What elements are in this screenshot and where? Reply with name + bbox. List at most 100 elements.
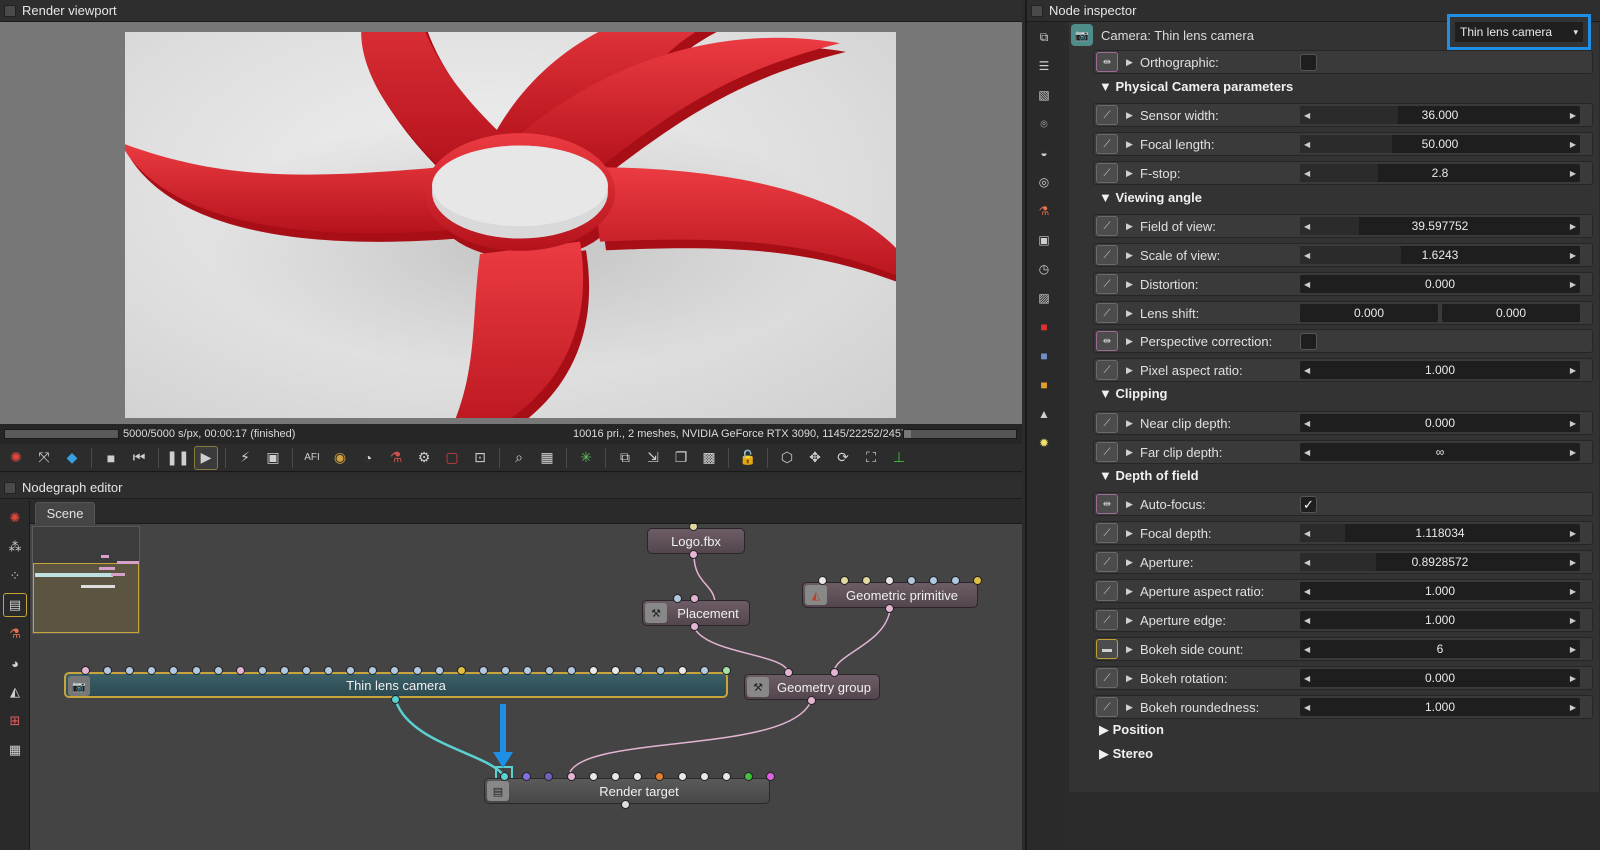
node-pin[interactable] (689, 550, 698, 559)
param-animate-icon[interactable]: ⟋ (1096, 216, 1118, 236)
param-animate-icon[interactable]: ⟋ (1096, 134, 1118, 154)
afi-icon[interactable]: AFI (300, 446, 324, 470)
node-pin[interactable] (566, 772, 576, 781)
param-slider[interactable]: ◀ 36.000 ▶ (1300, 106, 1580, 124)
cube-color-icon[interactable]: ◆ (60, 446, 84, 470)
section-position[interactable]: ▶ Position (1099, 722, 1164, 738)
expand-arrow-icon[interactable]: ▶ (1126, 499, 1140, 510)
param-slider[interactable]: ◀ 1.000 ▶ (1300, 582, 1580, 600)
lens-shift-y-field[interactable]: 0.000 (1442, 304, 1580, 322)
expand-arrow-icon[interactable]: ▶ (1126, 586, 1140, 597)
param-slider[interactable]: ◀ 0.000 ▶ (1300, 414, 1580, 432)
param-animate-icon[interactable]: ⟋ (1096, 697, 1118, 717)
copy-node-icon[interactable]: ⧉ (1033, 26, 1055, 48)
gold-cube-icon[interactable]: ■ (1033, 374, 1055, 396)
expand-arrow-icon[interactable]: ▶ (1126, 279, 1140, 290)
node-pin[interactable] (673, 594, 682, 603)
expand-arrow-icon[interactable]: ▶ (1126, 702, 1140, 713)
zoom-icon[interactable]: ⌕ (507, 446, 531, 470)
expand-arrow-icon[interactable]: ▶ (1126, 168, 1140, 179)
node-pin[interactable] (884, 576, 894, 585)
param-animate-icon[interactable]: ⟋ (1096, 413, 1118, 433)
node-pin[interactable] (302, 666, 311, 675)
expand-arrow-icon[interactable]: ▶ (1126, 673, 1140, 684)
param-animate-icon[interactable]: ⇹ (1096, 331, 1118, 351)
graph-tools-icon[interactable]: ⊞ (3, 709, 27, 733)
param-slider[interactable]: ◀ 1.000 ▶ (1300, 361, 1580, 379)
param-slider[interactable]: ◀ 0.000 ▶ (1300, 275, 1580, 293)
graph-select-icon[interactable]: ⁘ (3, 564, 27, 588)
node-pin[interactable] (906, 576, 916, 585)
focus-pick-icon[interactable]: ⊡ (468, 446, 492, 470)
node-pin[interactable] (721, 666, 731, 675)
expand-arrow-icon[interactable]: ▶ (1126, 418, 1140, 429)
section-depth-of-field[interactable]: ▼ Depth of field (1099, 468, 1199, 483)
param-animate-icon[interactable]: ⇹ (1096, 494, 1118, 514)
fit-icon[interactable]: ⛶ (859, 446, 883, 470)
light-icon[interactable]: ◎ (1033, 171, 1055, 193)
pause-icon[interactable]: ❚❚ (166, 446, 190, 470)
expand-arrow-icon[interactable]: ▶ (1126, 557, 1140, 568)
node-pin[interactable] (279, 666, 289, 675)
param-slider[interactable]: ◀ 39.597752 ▶ (1300, 217, 1580, 235)
node-pin[interactable] (191, 666, 201, 675)
section-clipping[interactable]: ▼ Clipping (1099, 386, 1167, 401)
move-icon[interactable]: ✥ (803, 446, 827, 470)
export-icon[interactable]: ⇲ (641, 446, 665, 470)
node-pin[interactable] (885, 604, 894, 613)
node-pin[interactable] (655, 666, 665, 675)
expand-arrow-icon[interactable]: ▶ (1126, 528, 1140, 539)
node-pin[interactable] (929, 576, 938, 585)
camera-pick-icon[interactable]: ◔ (356, 446, 380, 470)
node-pin[interactable] (690, 622, 699, 631)
param-animate-icon[interactable]: ⟋ (1096, 303, 1118, 323)
restart-icon[interactable]: ⏮ (127, 446, 151, 470)
param-animate-icon[interactable]: ⟋ (1096, 245, 1118, 265)
param-slider[interactable]: ◀ 1.000 ▶ (1300, 611, 1580, 629)
region-select-icon[interactable]: ▦ (535, 446, 559, 470)
picture-icon[interactable]: ▲ (1033, 403, 1055, 425)
param-animate-icon[interactable]: ⇹ (1096, 52, 1118, 72)
render-image[interactable] (120, 0, 926, 462)
lens-shift-x-field[interactable]: 0.000 (1300, 304, 1438, 322)
rotate-icon[interactable]: ⟳ (831, 446, 855, 470)
node-pin[interactable] (621, 800, 630, 809)
param-checkbox[interactable] (1300, 333, 1317, 350)
param-animate-icon[interactable]: ⟋ (1096, 274, 1118, 294)
panel-menu-square[interactable] (4, 4, 16, 17)
node-pin[interactable] (81, 666, 90, 675)
node-pin[interactable] (500, 666, 510, 675)
color-wheel-icon[interactable]: ◉ (328, 446, 352, 470)
expand-arrow-icon[interactable]: ▶ (1126, 644, 1140, 655)
node-pin[interactable] (456, 666, 466, 675)
section-stereo[interactable]: ▶ Stereo (1099, 746, 1153, 762)
grid-icon[interactable]: ▦ (3, 738, 27, 762)
param-animate-icon[interactable]: ⟋ (1096, 581, 1118, 601)
param-slider[interactable]: ◀ 0.8928572 ▶ (1300, 553, 1580, 571)
node-pin[interactable] (677, 772, 687, 781)
expand-arrow-icon[interactable]: ▶ (1126, 615, 1140, 626)
expand-arrow-icon[interactable]: ▶ (1126, 221, 1140, 232)
node-pin[interactable] (434, 666, 444, 675)
stack-icon[interactable]: ☰ (1033, 55, 1055, 77)
node-pin[interactable] (633, 666, 643, 675)
node-pin[interactable] (818, 576, 827, 585)
clay-mode-icon[interactable]: ⤧ (32, 446, 56, 470)
red-cube-icon[interactable]: ■ (1033, 316, 1055, 338)
node-pin[interactable] (699, 772, 709, 781)
imager-icon[interactable]: ▣ (1033, 229, 1055, 251)
expand-arrow-icon[interactable]: ▶ (1126, 447, 1140, 458)
axis-icon[interactable]: ⊥ (887, 446, 911, 470)
param-animate-icon[interactable]: ⟋ (1096, 163, 1118, 183)
node-pin[interactable] (500, 772, 509, 781)
sphere-icon[interactable]: ◕ (3, 651, 27, 675)
material-icon[interactable]: ⚗ (3, 622, 27, 646)
expand-arrow-icon[interactable]: ▶ (1126, 365, 1140, 376)
panel-menu-square[interactable] (4, 481, 16, 494)
param-animate-icon[interactable]: ⟋ (1096, 360, 1118, 380)
render-viewport[interactable] (0, 0, 1022, 462)
lock-icon[interactable]: 🔓 (736, 446, 760, 470)
param-animate-icon[interactable]: ▬ (1096, 639, 1118, 659)
checker-icon[interactable]: ▩ (697, 446, 721, 470)
section-viewing-angle[interactable]: ▼ Viewing angle (1099, 190, 1202, 205)
